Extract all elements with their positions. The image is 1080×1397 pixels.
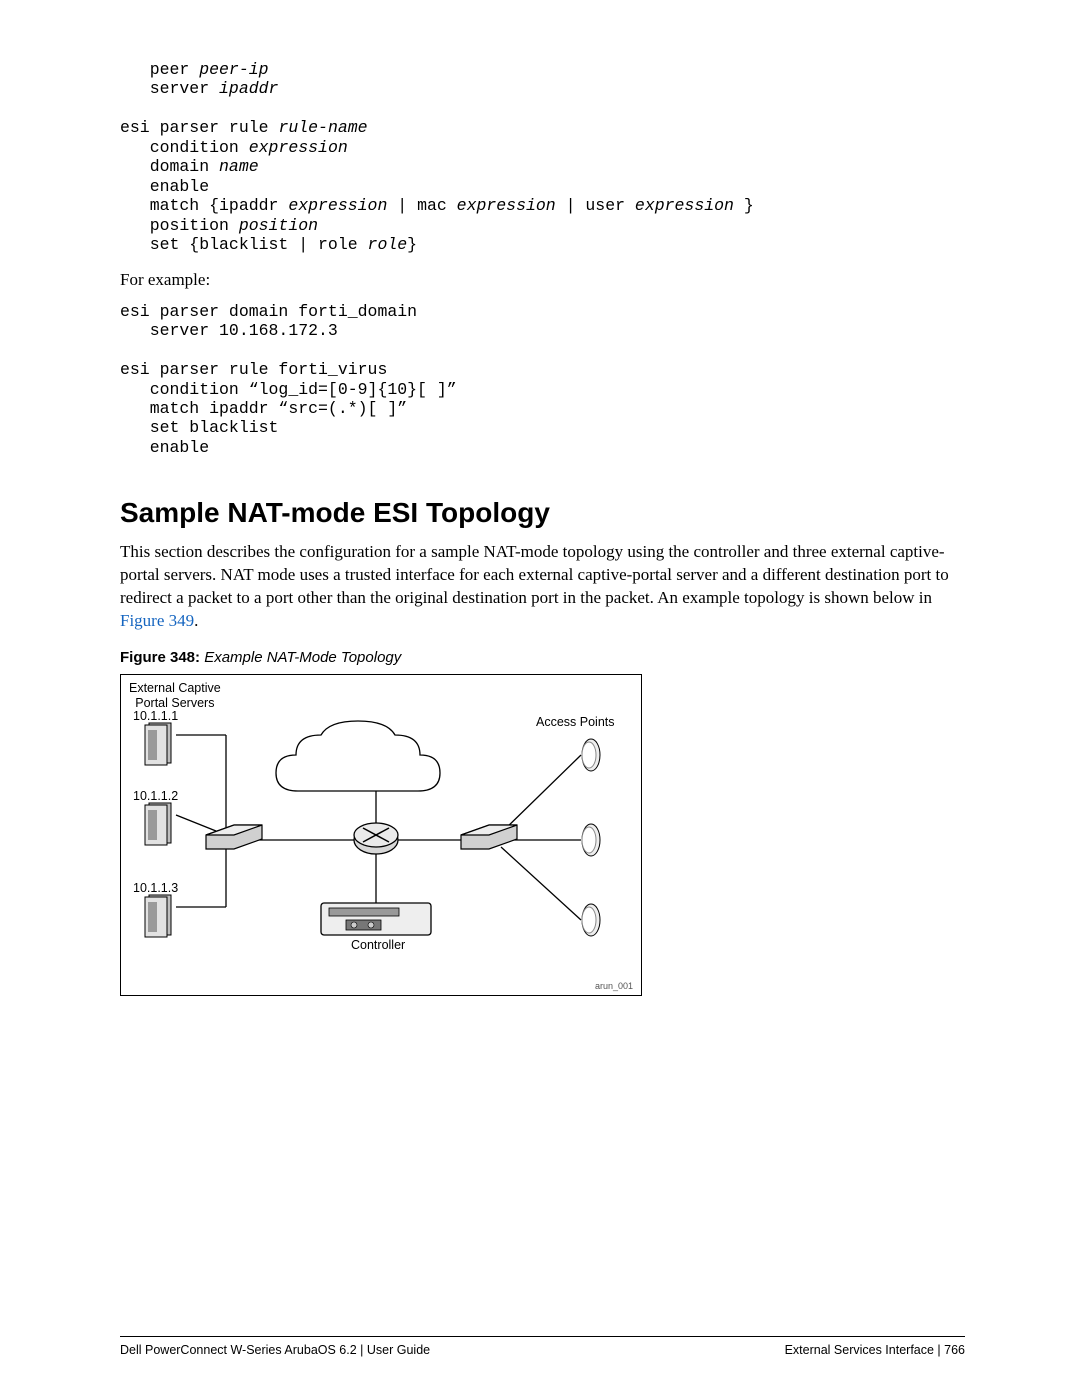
paragraph-text-2: . <box>194 611 198 630</box>
switch-left-icon <box>206 825 262 849</box>
figure-title: Example NAT-Mode Topology <box>200 649 401 666</box>
cloud-icon <box>276 721 440 791</box>
section-paragraph: This section describes the configuration… <box>120 541 965 633</box>
for-example-label: For example: <box>120 269 965 292</box>
label-ip3: 10.1.1.3 <box>133 881 178 895</box>
controller-icon <box>321 903 431 935</box>
server-icon-1 <box>145 723 171 765</box>
ap-icon-2 <box>582 824 600 856</box>
router-icon <box>354 823 398 854</box>
label-figure-tag: arun_001 <box>595 981 633 991</box>
figure-diagram: External Captive Portal Servers 10.1.1.1… <box>120 674 642 996</box>
ap-icon-3 <box>582 904 600 936</box>
footer-right: External Services Interface | 766 <box>785 1343 965 1357</box>
label-controller: Controller <box>351 938 405 952</box>
switch-right-icon <box>461 825 517 849</box>
label-ip1: 10.1.1.1 <box>133 709 178 723</box>
page-footer: Dell PowerConnect W-Series ArubaOS 6.2 |… <box>120 1336 965 1357</box>
label-access-points: Access Points <box>536 715 615 729</box>
footer-left: Dell PowerConnect W-Series ArubaOS 6.2 |… <box>120 1343 430 1357</box>
figure-link[interactable]: Figure 349 <box>120 611 194 630</box>
server-icon-2 <box>145 803 171 845</box>
figure-number: Figure 348: <box>120 649 200 666</box>
code-block-syntax: peer peer-ip server ipaddr esi parser ru… <box>120 60 965 255</box>
ap-icon-1 <box>582 739 600 771</box>
section-heading: Sample NAT-mode ESI Topology <box>120 497 965 529</box>
server-icon-3 <box>145 895 171 937</box>
figure-caption: Figure 348: Example NAT-Mode Topology <box>120 649 965 666</box>
label-ip2: 10.1.1.2 <box>133 789 178 803</box>
label-ecp-title: External Captive Portal Servers <box>129 681 221 710</box>
code-block-example: esi parser domain forti_domain server 10… <box>120 302 965 458</box>
paragraph-text-1: This section describes the configuration… <box>120 542 949 607</box>
